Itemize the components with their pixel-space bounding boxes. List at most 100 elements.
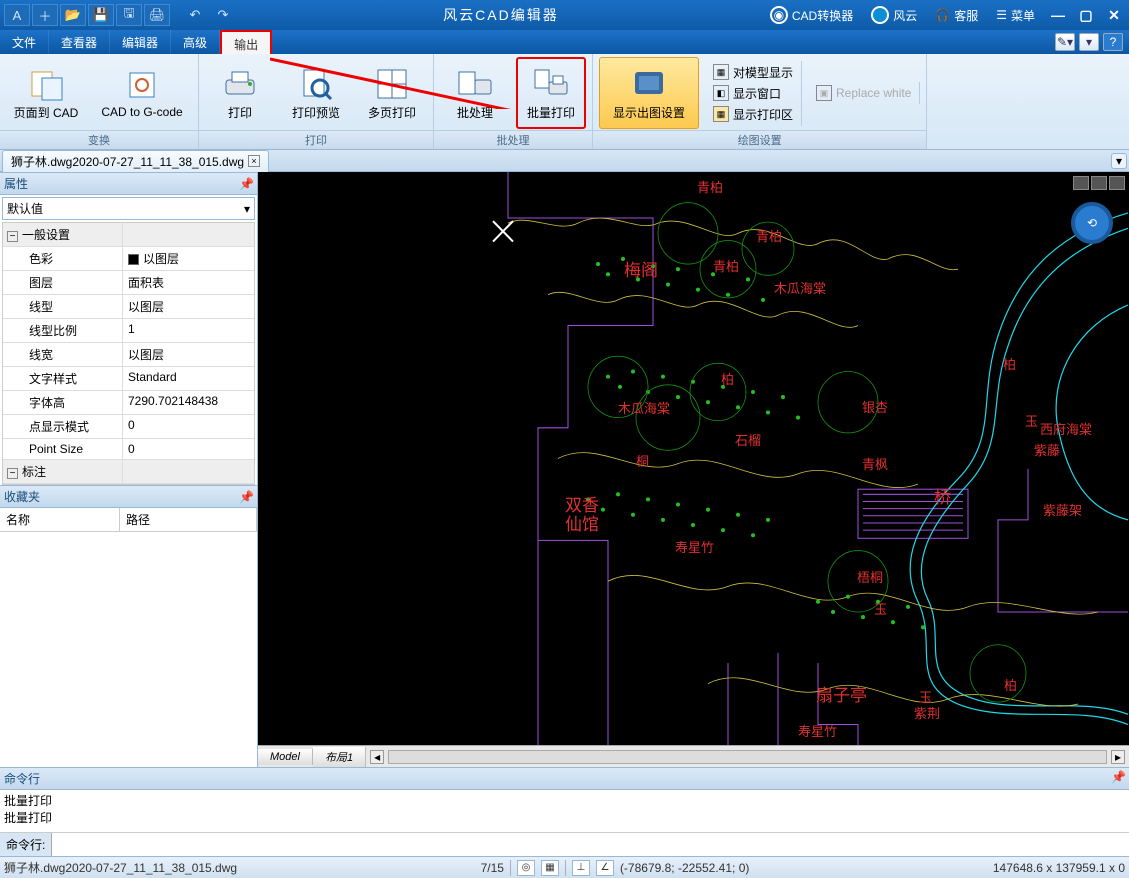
close-button[interactable]: ✕ <box>1103 4 1125 26</box>
pin-icon[interactable]: 📌 <box>239 177 253 191</box>
prop-row[interactable]: 线型以图层 <box>3 295 254 319</box>
collapse-icon[interactable]: − <box>7 231 18 242</box>
cmd-line: 批量打印 <box>4 809 1125 826</box>
prop-row[interactable]: 线宽以图层 <box>3 343 254 367</box>
cad-text-label: 柏 <box>1003 354 1016 373</box>
ribbon: 页面到 CAD CAD to G-code 变换 打印 打印预览 多页打印 打印… <box>0 54 1129 150</box>
show-model-display-button[interactable]: ▦对模型显示 <box>709 63 797 82</box>
show-print-area-button[interactable]: ▦显示打印区 <box>709 105 797 124</box>
section-annotation[interactable]: −标注 <box>3 460 254 484</box>
canvas-max-icon[interactable] <box>1091 176 1107 190</box>
new-icon[interactable]: ＋ <box>32 4 58 26</box>
command-panel: 命令行📌 批量打印 批量打印 命令行: <box>0 767 1129 856</box>
prop-row[interactable]: Point Size0 <box>3 439 254 460</box>
canvas-close-icon[interactable] <box>1109 176 1125 190</box>
status-dimensions: 147648.6 x 137959.1 x 0 <box>993 861 1125 875</box>
cad-text-label: 青枫 <box>862 454 888 473</box>
cad-text-label: 紫荆 <box>914 703 940 722</box>
model-tabs: Model 布局1 ◂ ▸ <box>258 745 1129 767</box>
collapse-icon[interactable]: − <box>7 468 18 479</box>
maximize-button[interactable]: ▢ <box>1075 4 1097 26</box>
canvas-min-icon[interactable] <box>1073 176 1089 190</box>
menu-file[interactable]: 文件 <box>0 30 49 54</box>
cad-canvas[interactable]: 青柏青柏梅阁青柏木瓜海棠柏柏银杏木瓜海棠玉西府海棠石榴紫藤桐青枫桥双香紫藤架仙馆… <box>258 172 1129 745</box>
cad-text-label: 紫藤 <box>1034 440 1060 459</box>
prop-row[interactable]: 色彩以图层 <box>3 247 254 271</box>
tab-list-button[interactable]: ▾ <box>1111 153 1127 169</box>
scroll-right-icon[interactable]: ▸ <box>1111 750 1125 764</box>
document-tab-bar: 狮子林.dwg2020-07-27_11_11_38_015.dwg× ▾ <box>0 150 1129 172</box>
status-bar: 狮子林.dwg2020-07-27_11_11_38_015.dwg 7/15 … <box>0 856 1129 878</box>
menu-output[interactable]: 输出 <box>220 30 272 54</box>
replace-white-button[interactable]: ▣Replace white <box>812 84 915 102</box>
scroll-left-icon[interactable]: ◂ <box>370 750 384 764</box>
print-icon[interactable]: 🖨 <box>144 4 170 26</box>
status-ortho-icon[interactable]: ⊥ <box>572 860 590 876</box>
minimize-button[interactable]: — <box>1047 4 1069 26</box>
brand-button[interactable]: 风云 <box>865 4 923 26</box>
horizontal-scrollbar[interactable]: ◂ ▸ <box>366 750 1129 764</box>
cad-converter-button[interactable]: ◉CAD转换器 <box>764 4 859 26</box>
group-transform-label: 变换 <box>0 130 198 149</box>
save-pdf-icon[interactable]: 🖫 <box>116 4 142 26</box>
tab-model[interactable]: Model <box>258 749 313 765</box>
prop-row[interactable]: 图层面积表 <box>3 271 254 295</box>
left-panel: 属性📌 默认值▾ −一般设置 色彩以图层 图层面积表 线型以图层 线型比例1 线… <box>0 172 258 767</box>
cad-text-label: 寿星竹 <box>798 721 837 740</box>
undo-icon[interactable]: ↶ <box>182 4 208 26</box>
tab-close-icon[interactable]: × <box>248 155 260 167</box>
show-plot-settings-button[interactable]: 显示出图设置 <box>599 57 699 129</box>
fav-col-path[interactable]: 路径 <box>120 508 257 531</box>
print-button[interactable]: 打印 <box>205 57 275 129</box>
scroll-track[interactable] <box>388 750 1107 764</box>
menu-button[interactable]: ☰菜单 <box>990 5 1041 26</box>
batch-print-button[interactable]: 批量打印 <box>516 57 586 129</box>
menubar: 文件 查看器 编辑器 高级 输出 ✎▾ ▾ ? <box>0 30 1129 54</box>
menu-advanced[interactable]: 高级 <box>171 30 220 54</box>
command-input[interactable] <box>52 833 1129 856</box>
fav-col-name[interactable]: 名称 <box>0 508 120 531</box>
cad-text-label: 仙馆 <box>565 510 599 535</box>
style-dropdown[interactable]: ✎▾ <box>1055 33 1075 51</box>
status-polar-icon[interactable]: ∠ <box>596 860 614 876</box>
print-preview-button[interactable]: 打印预览 <box>281 57 351 129</box>
save-icon[interactable]: 💾 <box>88 4 114 26</box>
cad-to-gcode-button[interactable]: CAD to G-code <box>92 57 192 129</box>
multi-page-print-button[interactable]: 多页打印 <box>357 57 427 129</box>
prop-row[interactable]: 字体高7290.702148438 <box>3 391 254 415</box>
cad-text-label: 石榴 <box>735 430 761 449</box>
properties-selector[interactable]: 默认值▾ <box>2 197 255 220</box>
page-to-cad-button[interactable]: 页面到 CAD <box>6 57 86 129</box>
cad-text-label: 梧桐 <box>857 567 883 586</box>
command-prompt-label: 命令行: <box>0 833 52 856</box>
pin-icon[interactable]: 📌 <box>1111 770 1125 784</box>
support-button[interactable]: 🎧客服 <box>929 5 984 26</box>
help-button[interactable]: ? <box>1103 33 1123 51</box>
section-general[interactable]: −一般设置 <box>3 223 254 247</box>
status-coordinates: (-78679.8; -22552.41; 0) <box>620 861 749 875</box>
expand-button[interactable]: ▾ <box>1079 33 1099 51</box>
prop-row[interactable]: 点显示模式0 <box>3 415 254 439</box>
view-cube-button[interactable]: ⟲ <box>1071 202 1113 244</box>
prop-row[interactable]: 文字样式Standard <box>3 367 254 391</box>
cad-drawing <box>258 172 1129 745</box>
batch-process-button[interactable]: 批处理 <box>440 57 510 129</box>
cad-text-label: 玉 <box>874 599 887 618</box>
status-snap-icon[interactable]: ◎ <box>517 860 535 876</box>
show-window-button[interactable]: ◧显示窗口 <box>709 84 797 103</box>
open-icon[interactable]: 📂 <box>60 4 86 26</box>
redo-icon[interactable]: ↷ <box>210 4 236 26</box>
document-tab[interactable]: 狮子林.dwg2020-07-27_11_11_38_015.dwg× <box>2 150 269 172</box>
command-history: 批量打印 批量打印 <box>0 790 1129 832</box>
menu-viewer[interactable]: 查看器 <box>49 30 110 54</box>
menu-editor[interactable]: 编辑器 <box>110 30 171 54</box>
converter-icon: ◉ <box>770 6 788 24</box>
prop-row[interactable]: 线型比例1 <box>3 319 254 343</box>
brand-icon <box>871 6 889 24</box>
model-display-icon: ▦ <box>713 64 729 80</box>
app-icon[interactable]: A <box>4 4 30 26</box>
pin-icon[interactable]: 📌 <box>239 490 253 504</box>
tab-layout1[interactable]: 布局1 <box>313 747 366 767</box>
status-grid-icon[interactable]: ▦ <box>541 860 559 876</box>
favorites-body <box>0 532 257 767</box>
